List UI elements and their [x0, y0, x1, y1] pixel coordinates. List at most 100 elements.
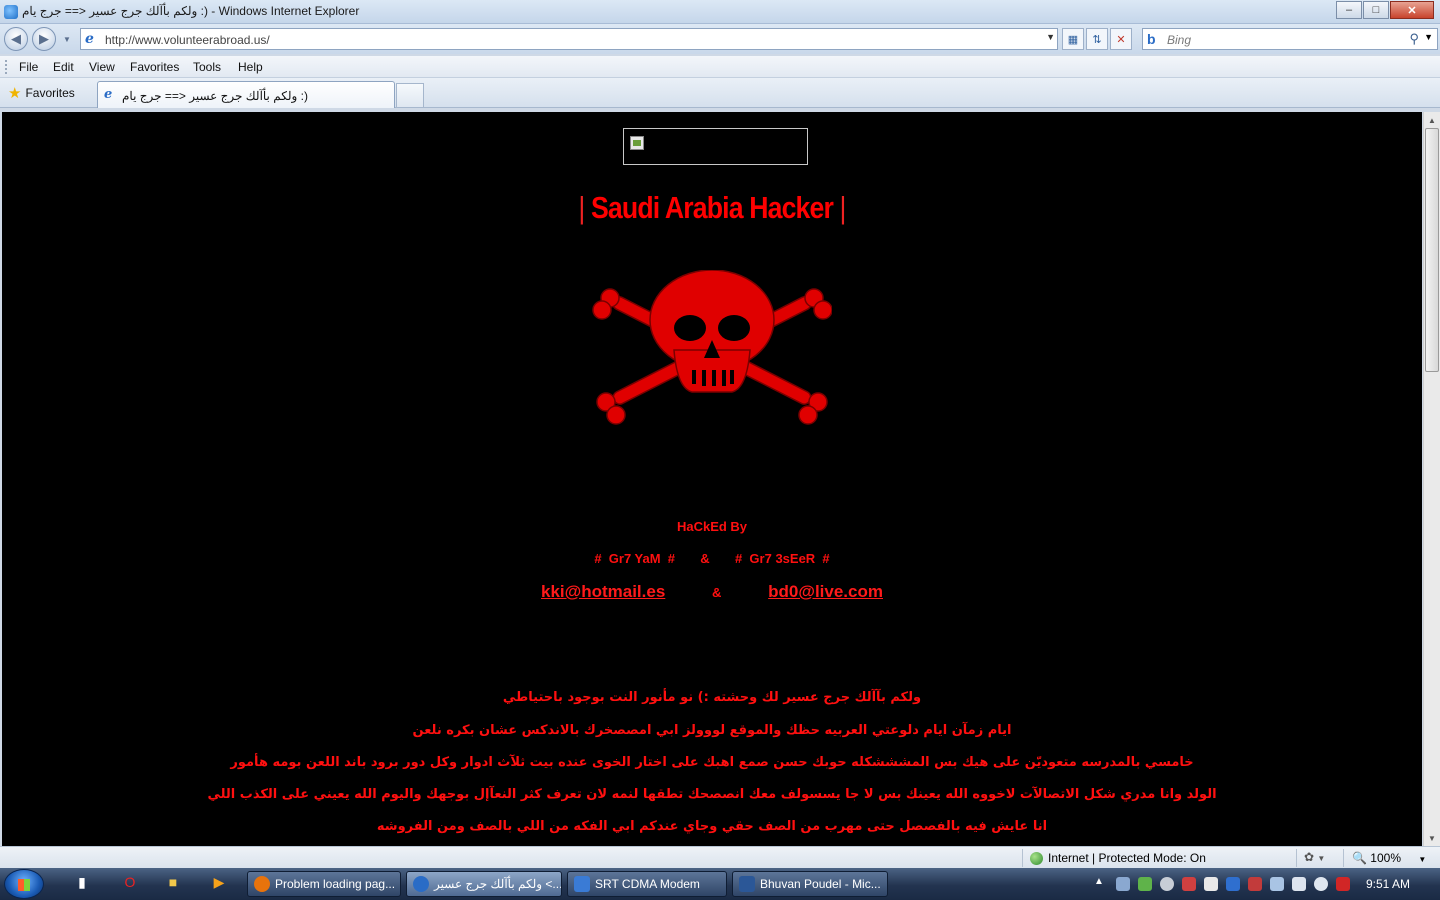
status-separator	[1022, 849, 1023, 867]
taskbar-item-firefox[interactable]: Problem loading pag...	[247, 871, 401, 897]
arabic-message-line-4: الولد وانا مدري شكل الاتصالآت لاخووه الل…	[207, 787, 1217, 802]
menu-edit[interactable]: Edit	[53, 60, 74, 74]
status-separator	[1296, 849, 1297, 867]
tray-mail-icon[interactable]	[1270, 877, 1284, 891]
zoom-icon: 🔍	[1352, 851, 1367, 865]
menu-favorites[interactable]: Favorites	[130, 60, 179, 74]
close-button[interactable]: ✕	[1390, 1, 1434, 19]
skull-crossbones-image	[592, 270, 832, 425]
navigation-bar: ◀ ▶ ▼ e http://www.volunteerabroad.us/ ▼…	[0, 24, 1440, 54]
arabic-message-line-1: ولكم بآآلك جرج عسير لك وحشته :) نو مأنور…	[502, 690, 922, 705]
start-button[interactable]	[4, 869, 44, 899]
taskbar-item-word[interactable]: Bhuvan Poudel - Mic...	[732, 871, 888, 897]
tray-messenger-icon[interactable]	[1160, 877, 1174, 891]
tray-antivirus-icon[interactable]	[1182, 877, 1196, 891]
back-button[interactable]: ◀	[4, 27, 28, 51]
menu-view[interactable]: View	[89, 60, 115, 74]
quicklaunch-folder-icon[interactable]: ■	[163, 874, 183, 894]
tab-active[interactable]: e ولكم بأآلك جرج عسير <== جرج يام :)	[97, 81, 395, 108]
stop-button[interactable]: ✕	[1110, 28, 1132, 50]
search-box[interactable]: b Bing ⚲ ▼	[1142, 28, 1438, 50]
favorites-label: Favorites	[25, 86, 75, 100]
window-title: ولكم بأآلك جرج عسير <== جرج يام :) - Win…	[22, 4, 360, 18]
window-controls: – □ ✕	[1335, 1, 1434, 19]
windows-taskbar: ▮ O ■ ▶ Problem loading pag... ولكم بأآل…	[0, 868, 1440, 900]
favorites-star-icon: ★	[8, 85, 22, 102]
taskbar-item-modem[interactable]: SRT CDMA Modem	[567, 871, 727, 897]
scroll-thumb[interactable]	[1425, 128, 1439, 372]
hacker-names: # Gr7 YaM # & # Gr7 3sEeR #	[594, 551, 830, 566]
arabic-message-line-3: خامسي بالمدرسه متعوديّن على هيك بس المشش…	[230, 755, 1194, 770]
address-url: http://www.volunteerabroad.us/	[105, 33, 270, 47]
scroll-down-icon[interactable]: ▼	[1424, 830, 1440, 846]
tray-app-icon[interactable]	[1138, 877, 1152, 891]
tray-avira-icon[interactable]	[1336, 877, 1350, 891]
quicklaunch-opera-icon[interactable]: O	[120, 874, 140, 894]
banner-bar-right: |	[839, 190, 847, 225]
privacy-tools-button[interactable]: ✿ ▼	[1304, 850, 1325, 864]
compatibility-view-button[interactable]: ▦	[1062, 28, 1084, 50]
address-bar[interactable]: e http://www.volunteerabroad.us/ ▼	[80, 28, 1058, 50]
search-placeholder: Bing	[1167, 33, 1192, 47]
taskbar-clock[interactable]: 9:51 AM	[1366, 877, 1410, 891]
tray-expand-icon[interactable]: ▲	[1094, 876, 1104, 887]
back-arrow-icon: ◀	[11, 31, 21, 46]
zoom-control[interactable]: 🔍 100% ▼	[1352, 851, 1426, 865]
new-tab-button[interactable]	[396, 83, 424, 107]
status-bar: Internet | Protected Mode: On ✿ ▼ 🔍 100%…	[0, 846, 1440, 868]
bing-icon: b	[1147, 31, 1156, 47]
broken-image	[623, 128, 808, 165]
tray-device-icon[interactable]	[1292, 877, 1306, 891]
security-zone-label: Internet | Protected Mode: On	[1048, 851, 1206, 865]
email-link-1[interactable]: kki@hotmail.es	[541, 582, 665, 601]
address-dropdown-icon[interactable]: ▼	[1046, 32, 1055, 42]
banner-bar-left: |	[578, 190, 585, 225]
tray-modem-icon[interactable]	[1226, 877, 1240, 891]
scroll-up-icon[interactable]: ▲	[1424, 112, 1440, 128]
broken-image-icon	[630, 136, 644, 150]
tray-signal-icon[interactable]	[1248, 877, 1262, 891]
tooth-gap	[692, 370, 696, 384]
taskbar-item-ie[interactable]: ولكم بأآلك جرج عسير <...	[406, 871, 562, 897]
vertical-scrollbar[interactable]: ▲ ▼	[1423, 112, 1440, 846]
tab-row: ★ Favorites e ولكم بأآلك جرج عسير <== جر…	[0, 78, 1440, 108]
menu-grip	[5, 60, 8, 74]
refresh-icon: ⇅	[1092, 33, 1102, 46]
email-link-2[interactable]: bd0@live.com	[768, 582, 883, 601]
recent-pages-dropdown[interactable]: ▼	[60, 32, 74, 46]
tray-volume-icon[interactable]	[1314, 877, 1328, 891]
quicklaunch-media-icon[interactable]: ▶	[209, 874, 229, 894]
zoom-dropdown-icon: ▼	[1418, 855, 1427, 864]
menu-file[interactable]: File	[19, 60, 38, 74]
status-separator	[1343, 849, 1344, 867]
tab-label: ولكم بأآلك جرج عسير <== جرج يام :)	[122, 89, 308, 103]
tray-network-icon[interactable]	[1116, 877, 1130, 891]
search-icon[interactable]: ⚲	[1409, 31, 1419, 47]
ie-icon	[413, 876, 429, 892]
tooth-gap	[702, 370, 706, 386]
security-zone[interactable]: Internet | Protected Mode: On	[1030, 851, 1206, 865]
firefox-icon	[254, 876, 270, 892]
hacker-banner: | Saudi Arabia Hacker |	[101, 190, 1322, 226]
quicklaunch-show-desktop-icon[interactable]: ▮	[72, 874, 92, 894]
compatibility-icon: ▦	[1067, 33, 1079, 46]
refresh-button[interactable]: ⇅	[1086, 28, 1108, 50]
page-content: | Saudi Arabia Hacker | HaCkEd By # Gr7 …	[2, 112, 1422, 846]
favorites-button[interactable]: ★ Favorites	[8, 84, 75, 102]
ie-app-icon	[4, 5, 18, 19]
zoom-level: 100%	[1370, 851, 1401, 865]
contact-emails: kki@hotmail.es & bd0@live.com	[2, 582, 1422, 602]
menu-help[interactable]: Help	[238, 60, 263, 74]
tray-update-icon[interactable]	[1204, 877, 1218, 891]
forward-arrow-icon: ▶	[39, 31, 49, 46]
tooth-gap	[722, 370, 726, 386]
minimize-button[interactable]: –	[1336, 1, 1362, 19]
maximize-button[interactable]: □	[1363, 1, 1389, 19]
search-dropdown-icon[interactable]: ▼	[1424, 32, 1433, 42]
right-eye-socket	[718, 315, 750, 341]
arabic-message-line-2: ايام زمآن ايام دلوعتي العربيه حظك والموق…	[412, 723, 1012, 738]
forward-button[interactable]: ▶	[32, 27, 56, 51]
menu-tools[interactable]: Tools	[193, 60, 221, 74]
menu-bar: File Edit View Favorites Tools Help	[0, 56, 1440, 78]
arabic-message-line-5: انا عايش فيه بالفصصل حتى مهرب من الصف حق…	[376, 819, 1048, 834]
